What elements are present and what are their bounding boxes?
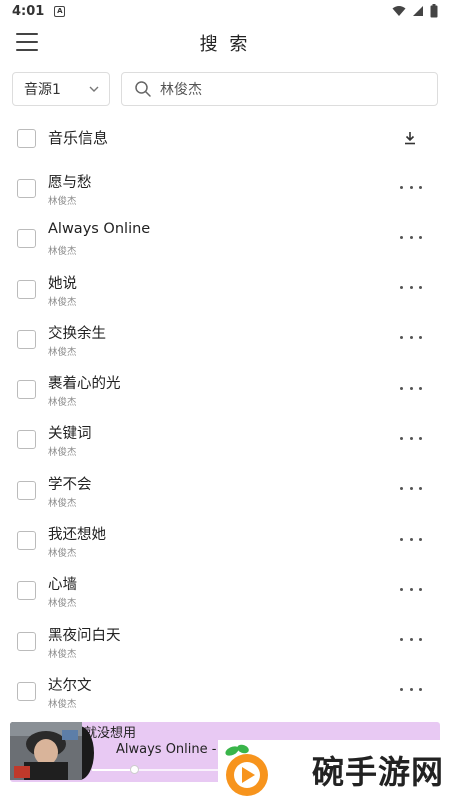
list-header: 音乐信息: [0, 124, 450, 154]
song-artist: 林俊杰: [48, 397, 77, 409]
song-artist: 林俊杰: [48, 648, 77, 660]
search-icon: [135, 81, 151, 97]
song-checkbox[interactable]: [17, 631, 36, 651]
more-options-icon[interactable]: [400, 177, 422, 197]
song-artist: 林俊杰: [48, 497, 77, 509]
album-cover[interactable]: [10, 722, 82, 780]
more-options-icon[interactable]: [400, 278, 422, 298]
song-title: 我还想她: [48, 527, 106, 544]
song-artist: 林俊杰: [48, 698, 77, 710]
song-artist: 林俊杰: [48, 296, 77, 308]
song-row[interactable]: 愿与愁 林俊杰: [0, 163, 450, 213]
song-title: 心墙: [48, 577, 77, 594]
search-row: 音源1: [12, 72, 438, 106]
song-artist: 林俊杰: [48, 196, 77, 207]
progress-fill: [92, 769, 134, 771]
song-checkbox[interactable]: [17, 329, 36, 349]
song-artist: 林俊杰: [48, 346, 77, 358]
more-options-icon[interactable]: [400, 579, 422, 599]
song-title: 她说: [48, 275, 77, 292]
song-title: 交换余生: [48, 325, 106, 342]
status-time: 4:01: [12, 3, 45, 19]
song-artist: 林俊杰: [48, 447, 77, 459]
source-select-value: 音源1: [24, 82, 61, 98]
search-box[interactable]: [121, 72, 438, 106]
watermark-logo-icon: [225, 744, 268, 796]
more-options-icon[interactable]: [400, 328, 422, 348]
more-options-icon[interactable]: [400, 479, 422, 499]
status-icons: [392, 4, 438, 18]
watermark: 碗手游网: [218, 740, 450, 800]
watermark-text: 碗手游网: [312, 753, 445, 791]
song-list: 愿与愁 林俊杰 Always Online 林俊杰 她说 林俊杰 交换余生 林俊…: [0, 163, 450, 716]
song-row[interactable]: 黑夜问白天 林俊杰: [0, 616, 450, 666]
song-title: 达尔文: [48, 677, 92, 694]
title-bar: 搜 索: [0, 26, 450, 60]
page-title: 搜 索: [199, 34, 251, 55]
song-title: 愿与愁: [48, 175, 92, 191]
more-options-icon[interactable]: [400, 428, 422, 448]
chevron-down-icon: [89, 86, 99, 92]
now-playing-title: Always Online - 林: [116, 742, 234, 757]
song-row[interactable]: 关键词 林俊杰: [0, 414, 450, 464]
status-bar: 4:01 A: [0, 0, 450, 22]
song-row[interactable]: 裹着心的光 林俊杰: [0, 364, 450, 414]
song-row[interactable]: 学不会 林俊杰: [0, 465, 450, 515]
song-row[interactable]: 心墙 林俊杰: [0, 565, 450, 615]
song-row[interactable]: 她说 林俊杰: [0, 264, 450, 314]
song-checkbox[interactable]: [17, 229, 36, 249]
list-header-title: 音乐信息: [48, 129, 109, 147]
search-input[interactable]: [160, 81, 420, 97]
select-all-checkbox[interactable]: [17, 129, 36, 148]
progress-bar[interactable]: [92, 765, 232, 774]
more-options-icon[interactable]: [400, 680, 422, 700]
notification-icon: A: [54, 5, 66, 17]
album-cover-art: [10, 722, 82, 780]
song-checkbox[interactable]: [17, 179, 36, 198]
download-icon[interactable]: [402, 130, 418, 146]
song-title: 裹着心的光: [48, 376, 121, 393]
song-title: 黑夜问白天: [48, 627, 121, 644]
battery-icon: [430, 4, 438, 18]
source-select[interactable]: 音源1: [12, 72, 110, 106]
song-row[interactable]: Always Online 林俊杰: [0, 213, 450, 263]
song-checkbox[interactable]: [17, 279, 36, 299]
song-artist: 林俊杰: [48, 246, 77, 258]
song-checkbox[interactable]: [17, 480, 36, 500]
song-artist: 林俊杰: [48, 598, 77, 610]
song-checkbox[interactable]: [17, 531, 36, 551]
song-checkbox[interactable]: [17, 380, 36, 400]
song-artist: 林俊杰: [48, 548, 77, 560]
progress-knob[interactable]: [129, 765, 139, 774]
more-options-icon[interactable]: [400, 227, 422, 247]
song-row[interactable]: 交换余生 林俊杰: [0, 314, 450, 364]
wifi-icon: [392, 6, 406, 16]
song-checkbox[interactable]: [17, 681, 36, 701]
song-title: Always Online: [48, 221, 151, 238]
song-row[interactable]: 我还想她 林俊杰: [0, 515, 450, 565]
more-options-icon[interactable]: [400, 378, 422, 398]
song-checkbox[interactable]: [17, 581, 36, 601]
more-options-icon[interactable]: [400, 529, 422, 549]
song-title: 学不会: [48, 476, 92, 493]
song-title: 关键词: [48, 426, 92, 443]
song-checkbox[interactable]: [17, 430, 36, 450]
more-options-icon[interactable]: [400, 630, 422, 650]
cellular-signal-icon: [413, 6, 423, 16]
song-row[interactable]: 达尔文 林俊杰: [0, 666, 450, 716]
